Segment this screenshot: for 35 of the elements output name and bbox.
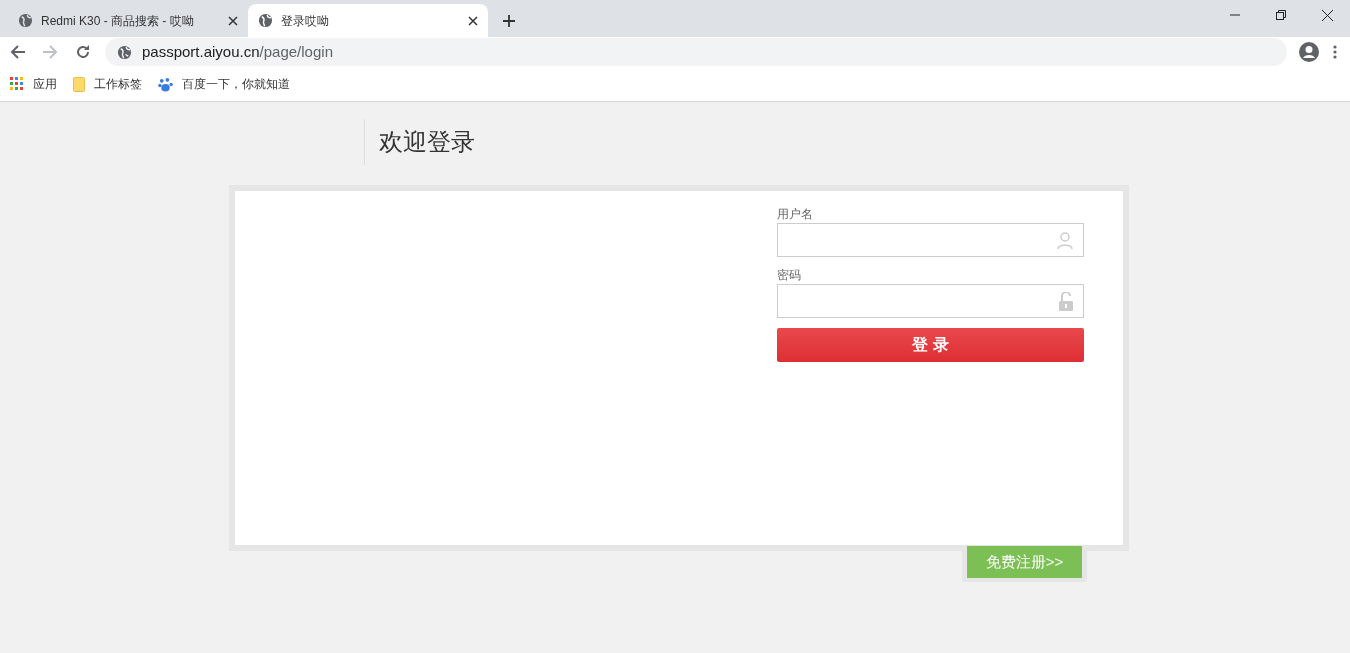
page-heading: 欢迎登录 [379, 127, 475, 157]
person-icon [1057, 231, 1073, 249]
plus-icon [502, 14, 516, 28]
folder-icon [73, 76, 85, 92]
url-text: passport.aiyou.cn/page/login [142, 41, 333, 62]
password-field[interactable] [777, 284, 1084, 318]
login-button[interactable]: 登 录 [777, 328, 1084, 362]
close-icon[interactable] [468, 15, 478, 26]
back-icon[interactable] [10, 44, 26, 60]
tab-title: 登录哎呦 [281, 12, 330, 30]
field-label: 密码 [777, 267, 802, 283]
bookmark-item[interactable]: 百度一下，你就知道 [158, 75, 290, 93]
reload-icon[interactable] [75, 44, 91, 60]
bookmark-item[interactable]: 应用 [10, 75, 57, 93]
profile-icon[interactable] [1299, 42, 1319, 62]
username-field[interactable] [777, 223, 1084, 257]
globe-icon [117, 44, 132, 60]
field-label: 用户名 [777, 206, 814, 222]
unlocked-padlock-icon [1059, 291, 1073, 311]
apps-grid-icon [10, 77, 24, 91]
globe-icon [258, 13, 273, 28]
bookmark-label: 百度一下，你就知道 [182, 76, 290, 93]
paw-icon [158, 76, 173, 92]
browser-tab[interactable]: Redmi K30 - 商品搜索 - 哎呦 [8, 4, 248, 37]
address-field[interactable]: passport.aiyou.cn/page/login [105, 38, 1287, 66]
bookmark-label: 工作标签 [94, 76, 142, 93]
globe-icon [18, 13, 33, 28]
menu-icon[interactable] [1333, 44, 1337, 60]
close-icon [1321, 9, 1333, 21]
bookmark-item[interactable]: 工作标签 [73, 75, 142, 93]
close-icon[interactable] [228, 15, 238, 26]
bookmark-label: 应用 [33, 76, 57, 93]
tab-title: Redmi K30 - 商品搜索 - 哎呦 [41, 12, 195, 30]
browser-tab[interactable]: 登录哎呦 [248, 4, 488, 37]
restore-icon [1276, 10, 1286, 20]
